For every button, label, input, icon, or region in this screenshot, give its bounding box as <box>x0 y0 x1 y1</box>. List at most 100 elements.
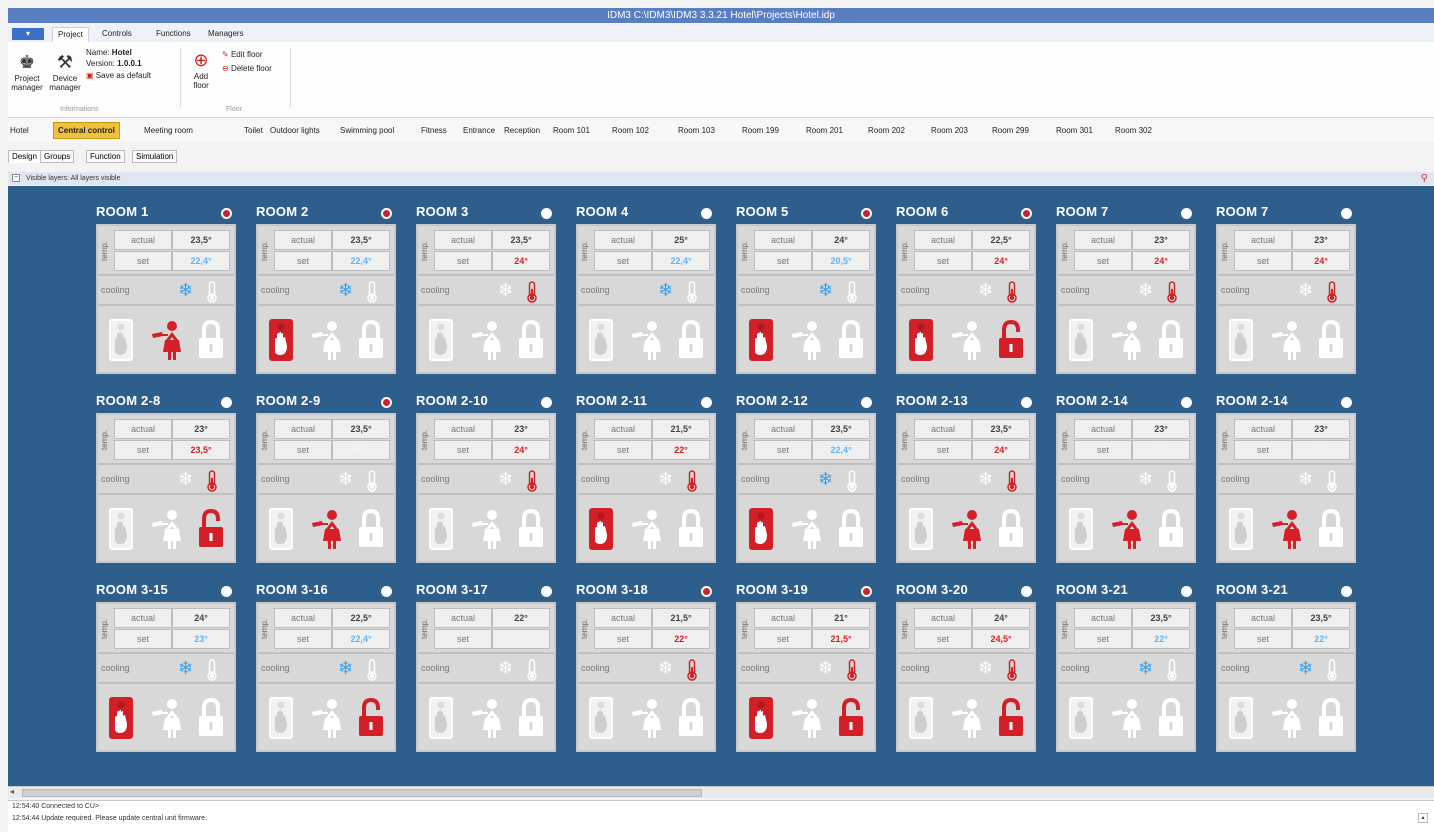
room-tile[interactable]: ROOM 3-20 temp. actual 24° set 24,5° cooling ❄ <box>888 582 1038 762</box>
view-tab[interactable]: Groups <box>40 150 75 163</box>
floor-tab[interactable]: Outdoor lights <box>270 126 320 135</box>
floor-tab[interactable]: Meeting room <box>144 126 193 135</box>
log-scroll-icon[interactable]: ▴ <box>1418 813 1428 823</box>
set-temp-value[interactable]: 23° <box>1132 440 1190 460</box>
room-tile[interactable]: ROOM 3-16 temp. actual 22,5° set 22,4° cooling… <box>248 582 398 762</box>
tab-project[interactable]: Project <box>52 27 89 42</box>
zoom-icon[interactable]: ⚲ <box>1421 172 1428 185</box>
set-temp-value[interactable]: 22° <box>492 629 550 649</box>
room-tile[interactable]: ROOM 7 temp. actual 23° set 24° cooling ❄ <box>1208 204 1358 384</box>
floor-tab[interactable]: Room 201 <box>806 126 843 135</box>
set-label: set <box>914 251 972 271</box>
room-tile[interactable]: ROOM 1 temp. actual 23,5° set 22,4° cooling ❄ <box>88 204 238 384</box>
set-temp-value[interactable]: 24° <box>492 251 550 271</box>
temperature-block: temp. actual 23° set 24° <box>1058 226 1194 276</box>
room-tile[interactable]: ROOM 2-11 temp. actual 21,5° set 22° cooling ❄ <box>568 393 718 573</box>
do-not-disturb-icon <box>426 318 456 362</box>
set-temp-value[interactable]: 22° <box>1292 629 1350 649</box>
floor-tab[interactable]: Fitness <box>421 126 447 135</box>
room-name: ROOM 2-12 <box>736 393 808 408</box>
floor-tab[interactable]: Reception <box>504 126 540 135</box>
room-tile[interactable]: ROOM 2-14 temp. actual 23° set 23° cooling ❄ <box>1048 393 1198 573</box>
set-temp-value[interactable]: 22,4° <box>332 629 390 649</box>
set-temp-value[interactable]: 24° <box>972 251 1030 271</box>
room-tile[interactable]: ROOM 4 temp. actual 25° set 22,4° cooling ❄ <box>568 204 718 384</box>
floor-tab[interactable]: Room 199 <box>742 126 779 135</box>
room-tile[interactable]: ROOM 3-17 temp. actual 22° set 22° cooling ❄ <box>408 582 558 762</box>
tab-managers[interactable]: Managers <box>208 29 244 38</box>
floor-tab[interactable]: Room 203 <box>931 126 968 135</box>
room-tile[interactable]: ROOM 7 temp. actual 23° set 24° cooling ❄ <box>1048 204 1198 384</box>
floor-tab[interactable]: Hotel <box>10 126 29 135</box>
floor-tab[interactable]: Room 299 <box>992 126 1029 135</box>
set-temp-value[interactable]: 23° <box>1292 440 1350 460</box>
set-temp-value[interactable]: 23° <box>172 629 230 649</box>
set-temp-value[interactable]: 22,4° <box>332 251 390 271</box>
actual-temp-value: 23,5° <box>332 230 390 250</box>
set-temp-value[interactable]: 22,4° <box>652 251 710 271</box>
scroll-left-icon[interactable]: ◂ <box>10 787 14 796</box>
device-manager-button[interactable]: ⚒ Device manager <box>48 52 82 92</box>
tab-controls[interactable]: Controls <box>102 29 132 38</box>
save-as-default-button[interactable]: ▣ Save as default <box>86 71 151 81</box>
floor-tab[interactable]: Toilet <box>244 126 263 135</box>
layers-toggle[interactable]: − <box>12 174 20 183</box>
tab-functions[interactable]: Functions <box>156 29 191 38</box>
room-tile[interactable]: ROOM 2-12 temp. actual 23,5° set 22,4° cooling… <box>728 393 878 573</box>
set-temp-value[interactable]: 23,5° <box>172 440 230 460</box>
set-temp-value[interactable]: 20,5° <box>812 251 870 271</box>
floor-tab[interactable]: Room 202 <box>868 126 905 135</box>
floor-tab[interactable]: Entrance <box>463 126 495 135</box>
view-tab[interactable]: Design <box>8 150 41 163</box>
add-floor-button[interactable]: ⊕ Add floor <box>186 50 216 90</box>
log-panel: 12:54:40 Connected to CU> 12:54:44 Updat… <box>8 800 1434 832</box>
set-temp-value[interactable]: 23,5° <box>332 440 390 460</box>
floor-tab[interactable]: Swimming pool <box>340 126 394 135</box>
room-tile[interactable]: ROOM 2-9 temp. actual 23,5° set 23,5° cooling ❄ <box>248 393 398 573</box>
room-tile[interactable]: ROOM 2-8 temp. actual 23° set 23,5° cooling ❄ <box>88 393 238 573</box>
set-temp-value[interactable]: 24° <box>972 440 1030 460</box>
set-temp-value[interactable]: 24° <box>492 440 550 460</box>
room-tile[interactable]: ROOM 3-19 temp. actual 21° set 21,5° cooling ❄ <box>728 582 878 762</box>
room-tile[interactable]: ROOM 3-21 temp. actual 23,5° set 22° cooling ❄ <box>1048 582 1198 762</box>
room-tile[interactable]: ROOM 2-10 temp. actual 23° set 24° cooling ❄ <box>408 393 558 573</box>
floor-tab[interactable]: Room 102 <box>612 126 649 135</box>
view-tab[interactable]: Function <box>86 150 125 163</box>
file-menu-button[interactable]: ▾ <box>12 28 44 40</box>
set-temp-value[interactable]: 24,5° <box>972 629 1030 649</box>
floor-tab[interactable]: Room 302 <box>1115 126 1152 135</box>
thermometer-icon <box>686 281 698 303</box>
floor-tab[interactable]: Room 101 <box>553 126 590 135</box>
room-tile[interactable]: ROOM 3-15 temp. actual 24° set 23° cooling ❄ <box>88 582 238 762</box>
room-status-indicator <box>861 397 872 408</box>
hvac-mode-block: cooling ❄ <box>738 276 874 306</box>
room-tile[interactable]: ROOM 2 temp. actual 23,5° set 22,4° cooling ❄ <box>248 204 398 384</box>
set-temp-value[interactable]: 22° <box>1132 629 1190 649</box>
room-tile[interactable]: ROOM 3-18 temp. actual 21,5° set 22° cooling ❄ <box>568 582 718 762</box>
room-tile[interactable]: ROOM 2-13 temp. actual 23,5° set 24° cooling ❄ <box>888 393 1038 573</box>
floor-tab[interactable]: Room 103 <box>678 126 715 135</box>
set-temp-value[interactable]: 24° <box>1132 251 1190 271</box>
room-tile[interactable]: ROOM 3-21 temp. actual 23,5° set 22° cooling ❄ <box>1208 582 1358 762</box>
add-floor-label: Add floor <box>193 72 209 90</box>
room-tile[interactable]: ROOM 5 temp. actual 24° set 20,5° cooling ❄ <box>728 204 878 384</box>
room-tile[interactable]: ROOM 2-14 temp. actual 23° set 23° cooling ❄ <box>1208 393 1358 573</box>
do-not-disturb-icon <box>106 318 136 362</box>
set-temp-value[interactable]: 22° <box>652 629 710 649</box>
project-manager-button[interactable]: ♚ Project manager <box>10 52 44 92</box>
room-tile[interactable]: ROOM 6 temp. actual 22,5° set 24° cooling ❄ <box>888 204 1038 384</box>
scrollbar-thumb[interactable] <box>22 789 702 797</box>
set-temp-value[interactable]: 22,4° <box>812 440 870 460</box>
delete-floor-button[interactable]: ⊖ Delete floor <box>222 64 272 74</box>
set-temp-value[interactable]: 22° <box>652 440 710 460</box>
set-temp-value[interactable]: 22,4° <box>172 251 230 271</box>
set-temp-value[interactable]: 21,5° <box>812 629 870 649</box>
floor-tab[interactable]: Central control <box>53 122 120 139</box>
set-temp-value[interactable]: 24° <box>1292 251 1350 271</box>
horizontal-scrollbar[interactable]: ◂ <box>8 786 1434 798</box>
edit-floor-button[interactable]: ✎ Edit floor <box>222 50 263 60</box>
room-tile[interactable]: ROOM 3 temp. actual 23,5° set 24° cooling ❄ <box>408 204 558 384</box>
room-status-icons <box>1058 308 1194 372</box>
view-tab[interactable]: Simulation <box>132 150 178 163</box>
floor-tab[interactable]: Room 301 <box>1056 126 1093 135</box>
